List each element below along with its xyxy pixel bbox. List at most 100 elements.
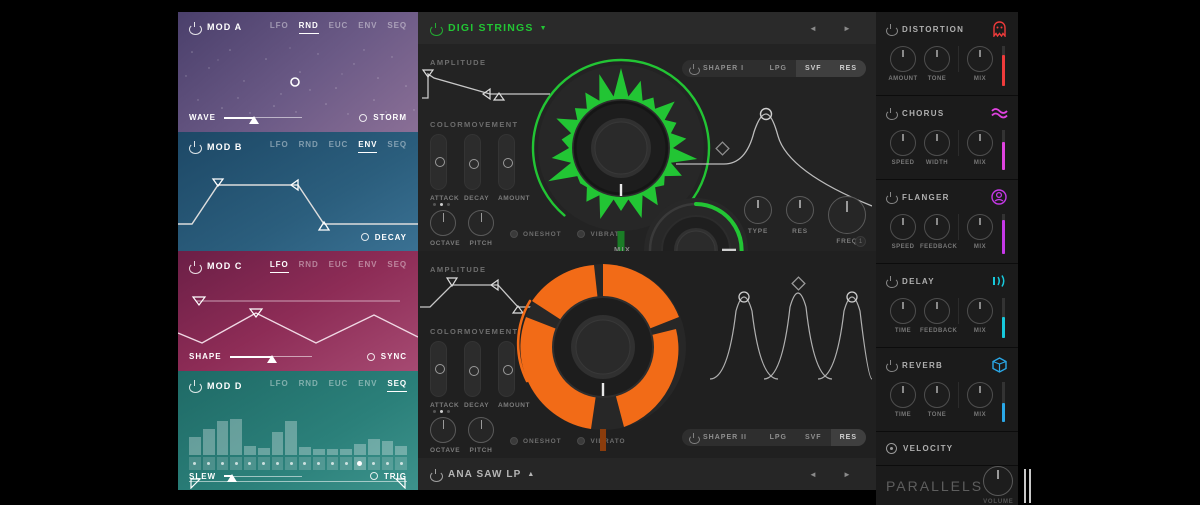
osc-b-decay-slider[interactable]: DECAY: [464, 341, 481, 409]
filter-indicator-1[interactable]: 1: [855, 236, 866, 247]
mod-d-tab-seq[interactable]: SEQ: [387, 379, 407, 392]
preset-name-top[interactable]: DIGI STRINGS: [448, 22, 534, 34]
mod-c-tab-env[interactable]: ENV: [358, 260, 377, 273]
chevron-up-icon[interactable]: ▲: [527, 471, 534, 478]
power-icon[interactable]: [886, 24, 896, 34]
power-icon[interactable]: [430, 469, 441, 480]
mod-b-tab-rnd[interactable]: RND: [299, 140, 319, 153]
preset-prev-button[interactable]: ◄: [796, 12, 830, 44]
osc-a-pitch-knob[interactable]: PITCH: [468, 210, 494, 247]
power-icon[interactable]: [189, 141, 200, 152]
chorus-speed-knob[interactable]: SPEED: [886, 130, 920, 166]
mod-c-sync-toggle[interactable]: SYNC: [367, 352, 407, 361]
shaper-1-mode-res[interactable]: RES: [831, 60, 866, 77]
mod-d-tab-lfo[interactable]: LFO: [270, 379, 289, 392]
shaper-1-mode-lpg[interactable]: LPG: [761, 60, 796, 77]
mod-c-tab-seq[interactable]: SEQ: [387, 260, 407, 273]
velocity-row[interactable]: VELOCITY: [876, 432, 1018, 466]
power-icon[interactable]: [689, 433, 698, 442]
mod-d-header: MOD D LFO RND EUC ENV SEQ: [178, 371, 418, 401]
power-icon[interactable]: [886, 108, 896, 118]
osc-b-octave-knob[interactable]: OCTAVE: [430, 417, 456, 454]
flanger-speed-knob[interactable]: SPEED: [886, 214, 920, 250]
shaper-1-name[interactable]: SHAPER I: [682, 64, 761, 73]
mod-d-trig-toggle[interactable]: TRIG: [370, 472, 407, 481]
mod-b-tab-lfo[interactable]: LFO: [270, 140, 289, 153]
chevron-down-icon[interactable]: ▼: [540, 25, 547, 32]
flanger-mix-knob[interactable]: MIX: [963, 214, 997, 250]
power-icon[interactable]: [189, 22, 200, 33]
mod-a-wave-slider[interactable]: [224, 113, 302, 123]
distortion-mix-knob[interactable]: MIX: [963, 46, 997, 82]
delay-mix-knob[interactable]: MIX: [963, 298, 997, 334]
osc-b-waveform-display[interactable]: [496, 251, 711, 451]
mod-c-shape-slider[interactable]: [230, 352, 312, 362]
flanger-feedback-knob[interactable]: FEEDBACK: [920, 214, 954, 250]
power-icon[interactable]: [430, 23, 441, 34]
delay-meter[interactable]: [998, 298, 1008, 338]
mod-c-tab-rnd[interactable]: RND: [299, 260, 319, 273]
reverb-time-knob[interactable]: TIME: [886, 382, 920, 418]
delay-time-knob[interactable]: TIME: [886, 298, 920, 334]
filter-res-knob[interactable]: RES: [786, 196, 814, 235]
power-icon[interactable]: [886, 276, 896, 286]
power-icon[interactable]: [886, 360, 896, 370]
mod-a-tab-seq[interactable]: SEQ: [387, 21, 407, 34]
filter-type-knob[interactable]: TYPE: [744, 196, 772, 235]
mod-d-tab-euc[interactable]: EUC: [329, 379, 349, 392]
osc-a-decay-slider[interactable]: DECAY: [464, 134, 481, 202]
power-icon[interactable]: [886, 192, 896, 202]
mod-b-tab-env[interactable]: ENV: [358, 140, 377, 153]
mod-a-tab-lfo[interactable]: LFO: [270, 21, 289, 34]
chorus-mix-label: MIX: [963, 160, 997, 166]
filter-response-curve-2[interactable]: [700, 273, 872, 381]
mod-d-slew-slider[interactable]: [224, 471, 302, 481]
chorus-mix-knob[interactable]: MIX: [963, 130, 997, 166]
oscillator-b: AMPLITUDE COLOR MOVEMENT ATTACK DECAY: [418, 251, 876, 458]
shaper-1-mode-svf[interactable]: SVF: [796, 60, 831, 77]
distortion-meter[interactable]: [998, 46, 1008, 86]
preset-name-bottom[interactable]: ANA SAW LP: [448, 469, 521, 480]
delay-header: DELAY: [886, 274, 1008, 288]
delay-feedback-knob[interactable]: FEEDBACK: [920, 298, 954, 334]
chorus-width-knob[interactable]: WIDTH: [920, 130, 954, 166]
mod-c-tab-lfo[interactable]: LFO: [270, 260, 289, 273]
shaper-2-mode-svf[interactable]: SVF: [796, 429, 831, 446]
osc-a-amount-slider[interactable]: AMOUNT: [498, 134, 515, 202]
flanger-meter[interactable]: [998, 214, 1008, 254]
center-panel: DIGI STRINGS ▼ ◄ ► AMPLITUDE COLOR MOVEM…: [418, 12, 876, 490]
mod-a-tab-env[interactable]: ENV: [358, 21, 377, 34]
power-icon[interactable]: [189, 261, 200, 272]
master-volume-knob[interactable]: VOLUME: [983, 466, 1013, 505]
preset-next-button[interactable]: ►: [830, 12, 864, 44]
shaper-2-name[interactable]: SHAPER II: [682, 433, 761, 442]
preset-next-button-bottom[interactable]: ►: [830, 458, 864, 490]
osc-a-octave-knob[interactable]: OCTAVE: [430, 210, 456, 247]
mod-a-tab-rnd[interactable]: RND: [299, 21, 319, 34]
mod-c-tab-euc[interactable]: EUC: [329, 260, 349, 273]
distortion-amount-knob[interactable]: AMOUNT: [886, 46, 920, 82]
sequencer-bars[interactable]: [189, 409, 407, 455]
mod-b-tabs: LFO RND EUC ENV SEQ: [270, 140, 407, 153]
distortion-knobs: AMOUNT TONE MIX: [886, 46, 1008, 95]
reverb-tone-knob[interactable]: TONE: [920, 382, 954, 418]
mod-b-tab-seq[interactable]: SEQ: [387, 140, 407, 153]
mod-b-tab-euc[interactable]: EUC: [329, 140, 349, 153]
shaper-2-mode-lpg[interactable]: LPG: [761, 429, 796, 446]
power-icon[interactable]: [189, 380, 200, 391]
mod-a-tab-euc[interactable]: EUC: [329, 21, 349, 34]
chorus-meter[interactable]: [998, 130, 1008, 170]
mod-a-storm-toggle[interactable]: STORM: [359, 113, 407, 122]
osc-a-attack-slider[interactable]: ATTACK: [430, 134, 447, 202]
preset-prev-button-bottom[interactable]: ◄: [796, 458, 830, 490]
mod-d-tab-env[interactable]: ENV: [358, 379, 377, 392]
osc-b-attack-slider[interactable]: ATTACK: [430, 341, 447, 409]
mod-d-tab-rnd[interactable]: RND: [299, 379, 319, 392]
power-icon[interactable]: [689, 64, 698, 73]
reverb-meter[interactable]: [998, 382, 1008, 422]
shaper-2-mode-res[interactable]: RES: [831, 429, 866, 446]
osc-b-pitch-knob[interactable]: PITCH: [468, 417, 494, 454]
distortion-tone-knob[interactable]: TONE: [920, 46, 954, 82]
reverb-mix-knob[interactable]: MIX: [963, 382, 997, 418]
mod-b-decay-toggle[interactable]: DECAY: [361, 233, 407, 242]
